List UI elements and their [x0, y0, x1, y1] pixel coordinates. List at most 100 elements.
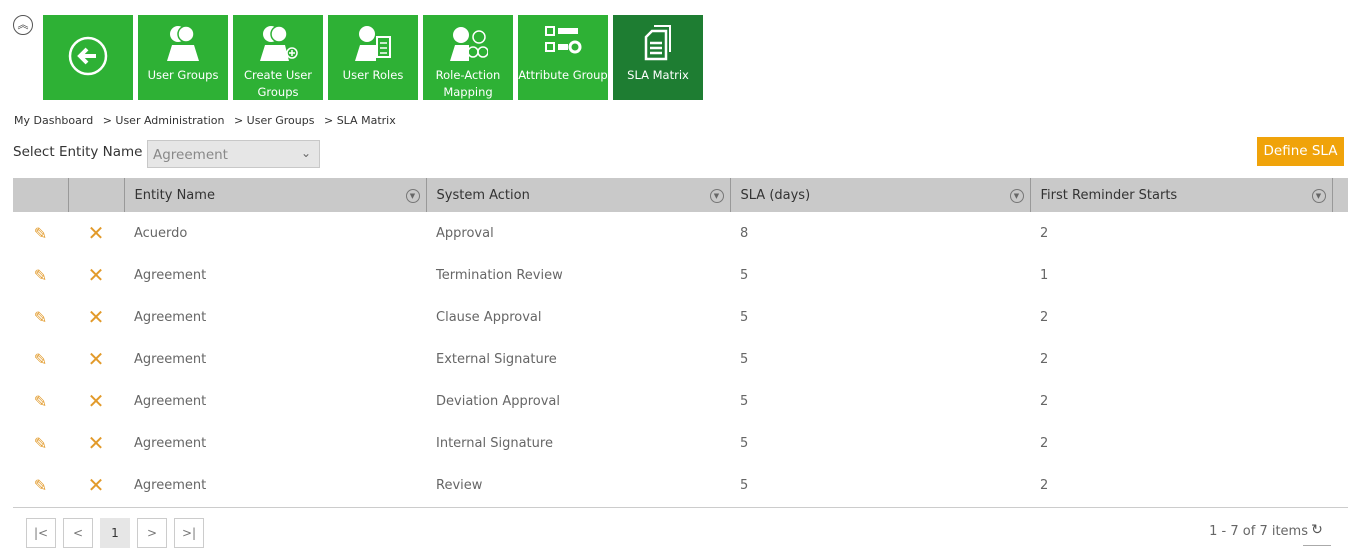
first-reminder-cell: 2: [1040, 225, 1049, 241]
edit-button[interactable]: ✎: [13, 380, 68, 422]
sla-days-cell: 5: [740, 267, 749, 283]
entity-name-cell: Agreement: [134, 351, 207, 367]
edit-button[interactable]: ✎: [13, 338, 68, 380]
edit-column-header: [13, 178, 69, 212]
next-page-button[interactable]: >: [137, 518, 167, 548]
user-roles-icon: [355, 26, 391, 61]
edit-button[interactable]: ✎: [13, 422, 68, 464]
collapse-icon[interactable]: ︽: [13, 15, 33, 35]
sla-days-cell: 5: [740, 351, 749, 367]
last-page-button[interactable]: >|: [174, 518, 204, 548]
sla-days-cell: 5: [740, 435, 749, 451]
system-action-cell: Review: [436, 477, 483, 493]
spacer-cell: [1332, 380, 1348, 422]
breadcrumb: My Dashboard > User Administration > Use…: [14, 114, 402, 127]
spacer-cell: [1332, 464, 1348, 506]
user-roles-tile[interactable]: User Roles: [328, 15, 418, 100]
spacer-cell: [1332, 296, 1348, 338]
table-row: ✎ ✕ Agreement Review 5 2: [13, 464, 1348, 506]
sla-matrix-icon: [644, 25, 671, 61]
tile-label: Create User Groups: [243, 68, 313, 99]
close-icon: ✕: [87, 431, 105, 455]
attribute-group-icon: [545, 26, 582, 54]
create-user-groups-tile[interactable]: Create User Groups: [233, 15, 323, 100]
close-icon: ✕: [87, 347, 105, 371]
column-header-entity-name[interactable]: Entity Name ▼: [124, 178, 427, 212]
sla-days-cell: 5: [740, 477, 749, 493]
system-action-cell: Clause Approval: [436, 309, 542, 325]
close-icon: ✕: [87, 221, 105, 245]
sla-table: Entity Name ▼ System Action ▼ SLA (days) ▼ …: [13, 178, 1348, 506]
first-reminder-cell: 2: [1040, 309, 1049, 325]
refresh-icon[interactable]: ↻: [1303, 522, 1331, 546]
page-1-button[interactable]: 1: [100, 518, 130, 548]
entity-select-value: Agreement: [153, 147, 228, 163]
edit-button[interactable]: ✎: [13, 254, 68, 296]
delete-button[interactable]: ✕: [68, 296, 124, 338]
back-tile[interactable]: [43, 15, 133, 100]
delete-column-header: [68, 178, 125, 212]
delete-button[interactable]: ✕: [68, 212, 124, 254]
entity-name-cell: Acuerdo: [134, 225, 188, 241]
table-footer-divider: [13, 507, 1348, 508]
entity-name-cell: Agreement: [134, 435, 207, 451]
prev-page-button[interactable]: <: [63, 518, 93, 548]
pencil-icon: ✎: [33, 475, 48, 495]
breadcrumb-dashboard[interactable]: My Dashboard: [14, 114, 93, 127]
entity-name-cell: Agreement: [134, 309, 207, 325]
delete-button[interactable]: ✕: [68, 464, 124, 506]
filter-icon[interactable]: ▼: [1009, 189, 1024, 203]
breadcrumb-user-groups[interactable]: > User Groups: [234, 114, 315, 127]
pager-info: 1 - 7 of 7 items: [1209, 524, 1308, 539]
sla-days-cell: 5: [740, 309, 749, 325]
column-header-system-action[interactable]: System Action ▼: [426, 178, 731, 212]
entity-select[interactable]: Agreement ⌄: [147, 140, 320, 168]
close-icon: ✕: [87, 305, 105, 329]
tile-label: SLA Matrix: [627, 68, 689, 82]
spacer-cell: [1332, 212, 1348, 254]
delete-button[interactable]: ✕: [68, 254, 124, 296]
table-row: ✎ ✕ Agreement Clause Approval 5 2: [13, 296, 1348, 338]
tile-label: User Groups: [147, 68, 219, 82]
tile-bar: User Groups Create User Groups User Role…: [43, 15, 703, 100]
tile-label: User Roles: [342, 68, 404, 82]
table-row: ✎ ✕ Agreement Deviation Approval 5 2: [13, 380, 1348, 422]
filter-icon[interactable]: ▼: [1311, 189, 1326, 203]
table-row: ✎ ✕ Agreement Internal Signature 5 2: [13, 422, 1348, 464]
delete-button[interactable]: ✕: [68, 422, 124, 464]
sla-matrix-tile[interactable]: SLA Matrix: [613, 15, 703, 100]
edit-button[interactable]: ✎: [13, 296, 68, 338]
breadcrumb-user-administration[interactable]: > User Administration: [103, 114, 225, 127]
role-action-mapping-tile[interactable]: Role-Action Mapping: [423, 15, 513, 100]
tile-label: Attribute Group: [518, 68, 608, 82]
role-action-mapping-icon: [450, 27, 488, 61]
attribute-group-tile[interactable]: Attribute Group: [518, 15, 608, 100]
entity-select-label: Select Entity Name: [13, 144, 143, 160]
filter-icon[interactable]: ▼: [405, 189, 420, 203]
user-groups-icon: [167, 25, 199, 61]
system-action-cell: Deviation Approval: [436, 393, 560, 409]
user-groups-tile[interactable]: User Groups: [138, 15, 228, 100]
first-reminder-cell: 2: [1040, 351, 1049, 367]
first-reminder-cell: 2: [1040, 393, 1049, 409]
breadcrumb-sla-matrix: > SLA Matrix: [323, 114, 396, 127]
first-page-button[interactable]: |<: [26, 518, 56, 548]
column-header-sla-days[interactable]: SLA (days) ▼: [730, 178, 1031, 212]
table-row: ✎ ✕ Agreement Termination Review 5 1: [13, 254, 1348, 296]
column-header-first-reminder[interactable]: First Reminder Starts ▼: [1030, 178, 1333, 212]
edit-button[interactable]: ✎: [13, 464, 68, 506]
edit-button[interactable]: ✎: [13, 212, 68, 254]
delete-button[interactable]: ✕: [68, 338, 124, 380]
pencil-icon: ✎: [33, 307, 48, 327]
tile-label: Role-Action Mapping: [435, 68, 501, 99]
first-reminder-cell: 2: [1040, 435, 1049, 451]
table-row: ✎ ✕ Acuerdo Approval 8 2: [13, 212, 1348, 254]
entity-name-cell: Agreement: [134, 267, 207, 283]
chevron-down-icon: ⌄: [300, 146, 311, 160]
filter-icon[interactable]: ▼: [709, 189, 724, 203]
define-sla-button[interactable]: Define SLA: [1257, 137, 1344, 166]
pencil-icon: ✎: [33, 433, 48, 453]
sla-days-cell: 8: [740, 225, 749, 241]
entity-name-cell: Agreement: [134, 477, 207, 493]
delete-button[interactable]: ✕: [68, 380, 124, 422]
